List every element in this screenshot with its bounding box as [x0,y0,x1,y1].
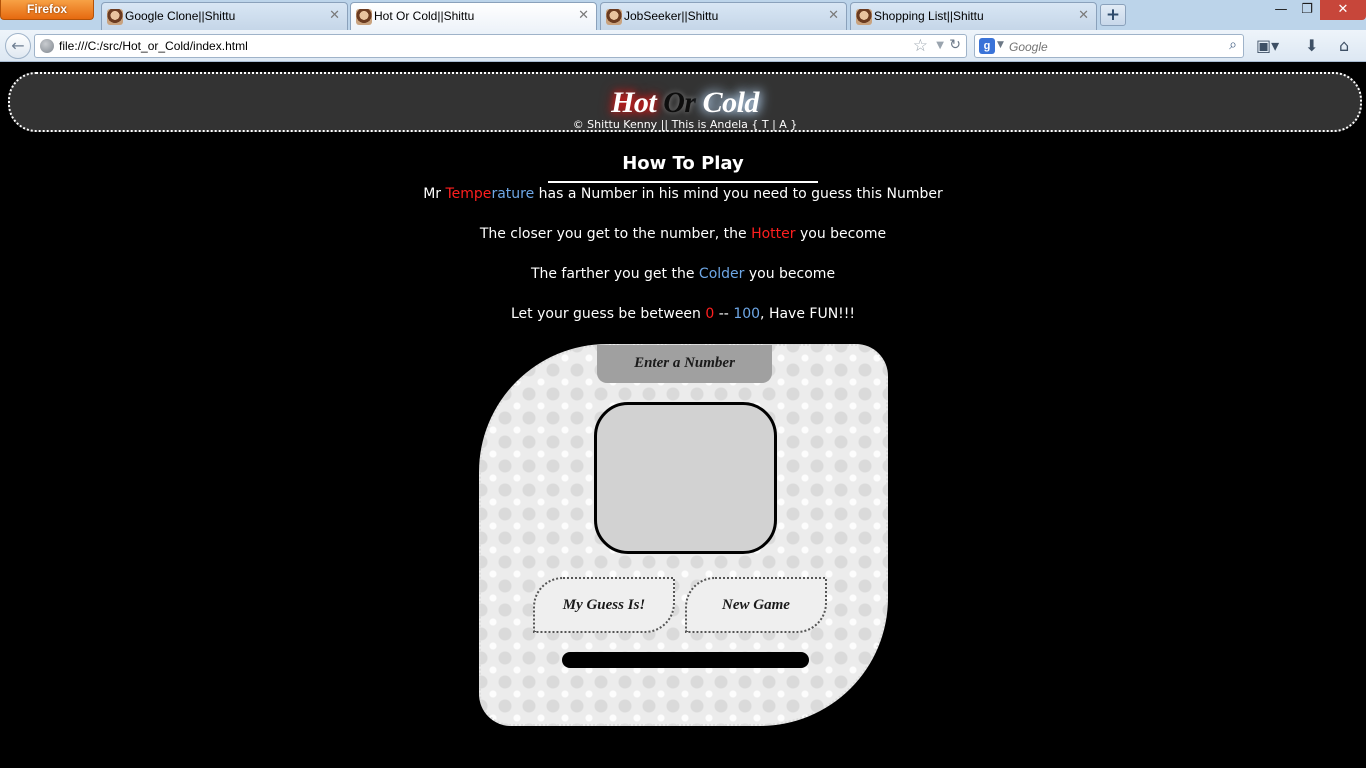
search-bar[interactable]: g ▼ ⌕ [974,34,1244,58]
text: you become [744,266,836,282]
instruction-line-4: Let your guess be between 0 -- 100, Have… [0,306,1366,322]
logo-hot: Hot [611,86,657,119]
text: has a Number in his mind you need to gue… [534,186,943,202]
bookmarks-icon[interactable]: ▣▾ [1256,36,1279,55]
close-icon[interactable]: ✕ [329,8,340,23]
highlight-blue: Colder [698,266,745,282]
reload-icon[interactable]: ↻ [949,37,961,53]
close-icon[interactable]: ✕ [1078,8,1089,23]
logo-or: Or [663,86,696,119]
text: you become [795,226,887,242]
avatar-favicon-icon [356,9,372,25]
tab-label: JobSeeker||Shittu [624,9,719,23]
header-banner: Hot Or Cold © Shittu Kenny || This is An… [8,72,1362,132]
window-close-icon[interactable]: ✕ [1320,0,1366,20]
tab-hot-or-cold[interactable]: Hot Or Cold||Shittu ✕ [350,2,597,30]
download-icon[interactable]: ⬇ [1305,36,1318,55]
home-icon[interactable]: ⌂ [1339,36,1349,55]
instruction-line-2: The closer you get to the number, the Ho… [0,226,1366,242]
search-engine-dropdown-icon[interactable]: ▼ [997,40,1004,50]
browser-titlebar: Firefox Google Clone||Shittu ✕ Hot Or Co… [0,0,1366,30]
firefox-menu-button[interactable]: Firefox [0,0,94,20]
tab-label: Google Clone||Shittu [125,9,236,23]
highlight-blue: rature [491,186,535,202]
min-value: 0 [705,306,715,322]
restore-icon[interactable]: ❐ [1294,0,1320,20]
text: -- [714,306,734,322]
text: Mr [423,186,446,202]
instruction-line-3: The farther you get the Colder you becom… [0,266,1366,282]
bookmark-star-icon[interactable]: ☆ [913,36,928,56]
close-icon[interactable]: ✕ [578,8,589,23]
page-content: Hot Or Cold © Shittu Kenny || This is An… [0,63,1366,768]
address-bar[interactable]: file:///C:/src/Hot_or_Cold/index.html ☆ … [34,34,967,58]
feedback-bar [562,652,809,668]
text: , Have FUN!!! [760,306,856,322]
search-input[interactable] [1009,38,1209,55]
text: Let your guess be between [510,306,706,322]
guess-button[interactable]: My Guess Is! [533,577,675,633]
history-dropdown-icon[interactable]: ▼ [936,40,944,51]
avatar-favicon-icon [107,9,123,25]
game-panel: Enter a Number My Guess Is! New Game [479,344,888,726]
text: The farther you get the [530,266,699,282]
new-game-button[interactable]: New Game [685,577,827,633]
text: The closer you get to the number, the [479,226,752,242]
guess-input[interactable] [594,402,777,554]
url-text[interactable]: file:///C:/src/Hot_or_Cold/index.html [59,39,248,53]
howto-title: How To Play [548,153,818,183]
highlight-red: Hotter [751,226,796,242]
copyright-text: © Shittu Kenny || This is Andela { T | A… [572,118,798,131]
logo-cold: Cold [702,86,760,119]
tab-shopping-list[interactable]: Shopping List||Shittu ✕ [850,2,1097,30]
close-icon[interactable]: ✕ [828,8,839,23]
highlight-red: Tempe [445,186,492,202]
instruction-line-1: Mr Temperature has a Number in his mind … [0,186,1366,202]
new-tab-button[interactable]: + [1100,4,1126,26]
back-icon[interactable]: ← [5,33,31,59]
enter-number-label: Enter a Number [597,345,772,383]
minimize-icon[interactable]: — [1268,0,1294,20]
logo: Hot Or Cold [10,86,1360,120]
google-search-icon[interactable]: g [979,38,995,54]
globe-icon [40,39,54,53]
navigation-toolbar: ← file:///C:/src/Hot_or_Cold/index.html … [0,30,1366,62]
tab-google-clone[interactable]: Google Clone||Shittu ✕ [101,2,348,30]
tab-jobseeker[interactable]: JobSeeker||Shittu ✕ [600,2,847,30]
max-value: 100 [733,306,761,322]
avatar-favicon-icon [606,9,622,25]
avatar-favicon-icon [856,9,872,25]
magnifier-icon[interactable]: ⌕ [1229,37,1237,53]
tab-label: Hot Or Cold||Shittu [374,9,475,23]
tab-label: Shopping List||Shittu [874,9,984,23]
